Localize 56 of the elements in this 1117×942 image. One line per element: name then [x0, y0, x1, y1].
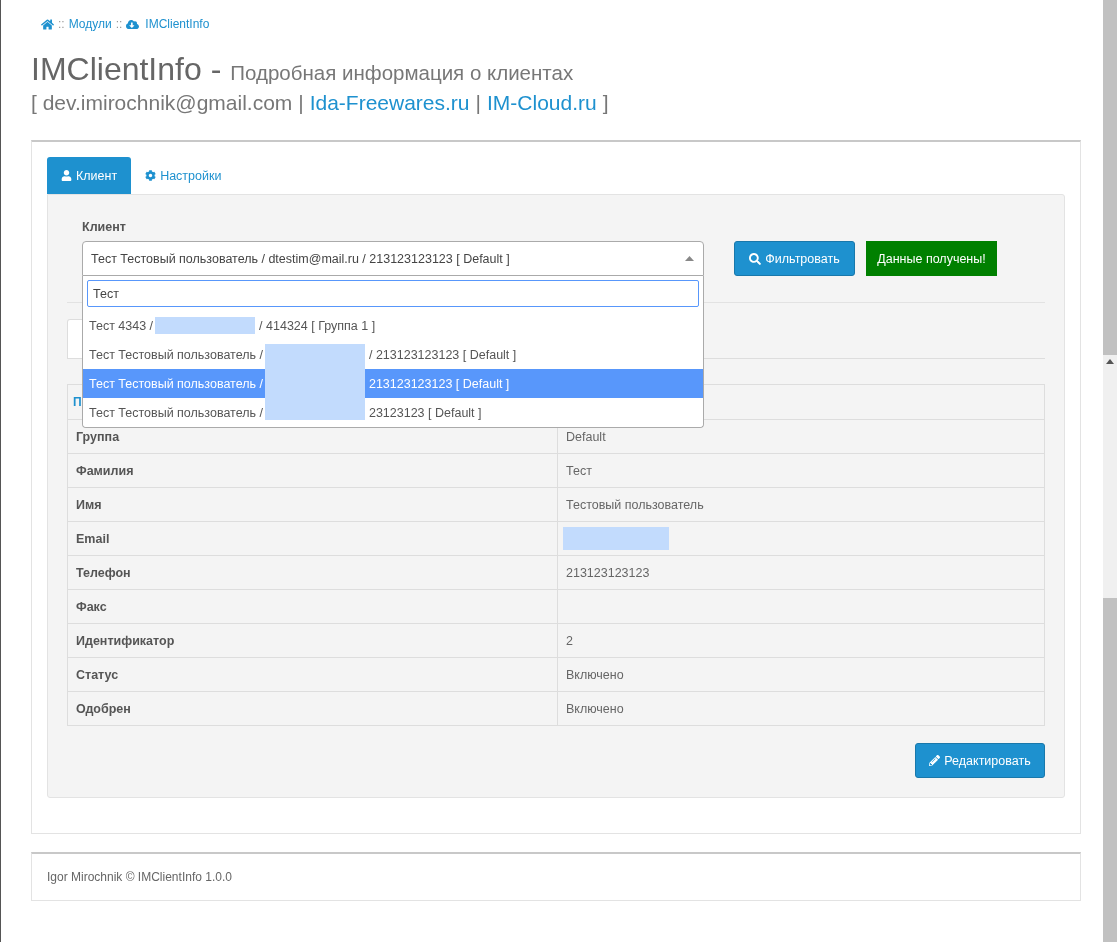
search-field[interactable]: Тест — [87, 280, 699, 307]
field-name-cell: Имя — [67, 487, 558, 522]
field-name-cell: Группа — [67, 419, 558, 454]
contact-text: | — [475, 90, 481, 116]
field-value-cell: 2 — [557, 623, 1045, 658]
field-name-cell: Статус — [67, 657, 558, 692]
option-text: 23123123 [ Default ] — [368, 405, 482, 420]
breadcrumb-link[interactable]: Модули — [68, 16, 112, 33]
option-text: / 213123123123 [ Default ] — [368, 347, 517, 362]
breadcrumb-separator: :: — [115, 16, 123, 33]
breadcrumb-separator: :: — [58, 16, 65, 33]
settings-icon — [145, 170, 157, 181]
field-value-cell: Включено — [557, 657, 1045, 692]
dropdown-option[interactable]: Тест Тестовый пользователь / 23123123 [ Default ] — [83, 398, 703, 427]
caret-icon — [685, 256, 694, 261]
contact-text: [ dev.imirochnik@gmail.com | — [31, 90, 304, 116]
field-name-cell: Факс — [67, 589, 558, 624]
field-value-cell: 213123123123 — [557, 555, 1045, 590]
contact-text: ] — [602, 90, 609, 116]
option-text: Тест Тестовый пользователь / — [89, 347, 263, 362]
table-heading: П — [73, 395, 82, 409]
cloud-download-icon — [126, 18, 140, 31]
tab[interactable]: Настройки — [131, 157, 236, 194]
footer-text: Igor Mirochnik © IMClientInfo 1.0.0 — [47, 870, 232, 884]
home-icon — [41, 18, 54, 31]
page-subtitle: Подробная информация о клиентах — [230, 60, 574, 86]
field-value-cell: Включено — [557, 691, 1045, 726]
search-icon — [749, 252, 762, 265]
field-name-cell: Email — [67, 521, 558, 556]
field-name-cell: Идентификатор — [67, 623, 558, 658]
edit-button[interactable]: Редактировать — [915, 743, 1045, 778]
field-name-cell: Одобрен — [67, 691, 558, 726]
website-link[interactable]: Ida-Freewares.ru — [309, 90, 470, 116]
user-icon — [61, 170, 72, 181]
client-select[interactable]: Тест Тестовый пользователь / dtestim@mail.ru / 213123123123 [ Default ] — [82, 241, 704, 276]
website-link[interactable]: IM-Cloud.ru — [487, 90, 597, 116]
field-name-cell: Фамилия — [67, 453, 558, 488]
triangle-up-icon — [1106, 359, 1114, 364]
home-link[interactable] — [41, 18, 54, 31]
field-value-cell: Default — [557, 419, 1045, 454]
field-name-cell: Телефон — [67, 555, 558, 590]
field-value-cell: Тест — [557, 453, 1045, 488]
option-text: Тест 4343 / — [89, 318, 154, 333]
field-value-cell: Тестовый пользователь — [557, 487, 1045, 522]
tab[interactable]: Клиент — [47, 157, 132, 194]
option-text: Тест Тестовый пользователь / — [89, 376, 263, 391]
option-text: 213123123123 [ Default ] — [368, 376, 510, 391]
page-title: IMClientInfo - — [31, 52, 222, 87]
option-text: / 414324 [ Группа 1 ] — [259, 318, 376, 333]
pencil-icon — [929, 755, 941, 766]
dropdown-option[interactable]: Тест Тестовый пользователь / 213123123123 [ Default ] — [83, 369, 703, 398]
option-text: Тест Тестовый пользователь / — [89, 405, 263, 420]
filter-button[interactable]: Фильтровать — [734, 241, 855, 276]
status-badge: Данные получены! — [866, 241, 997, 276]
breadcrumb-link[interactable]: IMClientInfo — [126, 16, 210, 33]
field-label: Клиент — [82, 220, 127, 235]
